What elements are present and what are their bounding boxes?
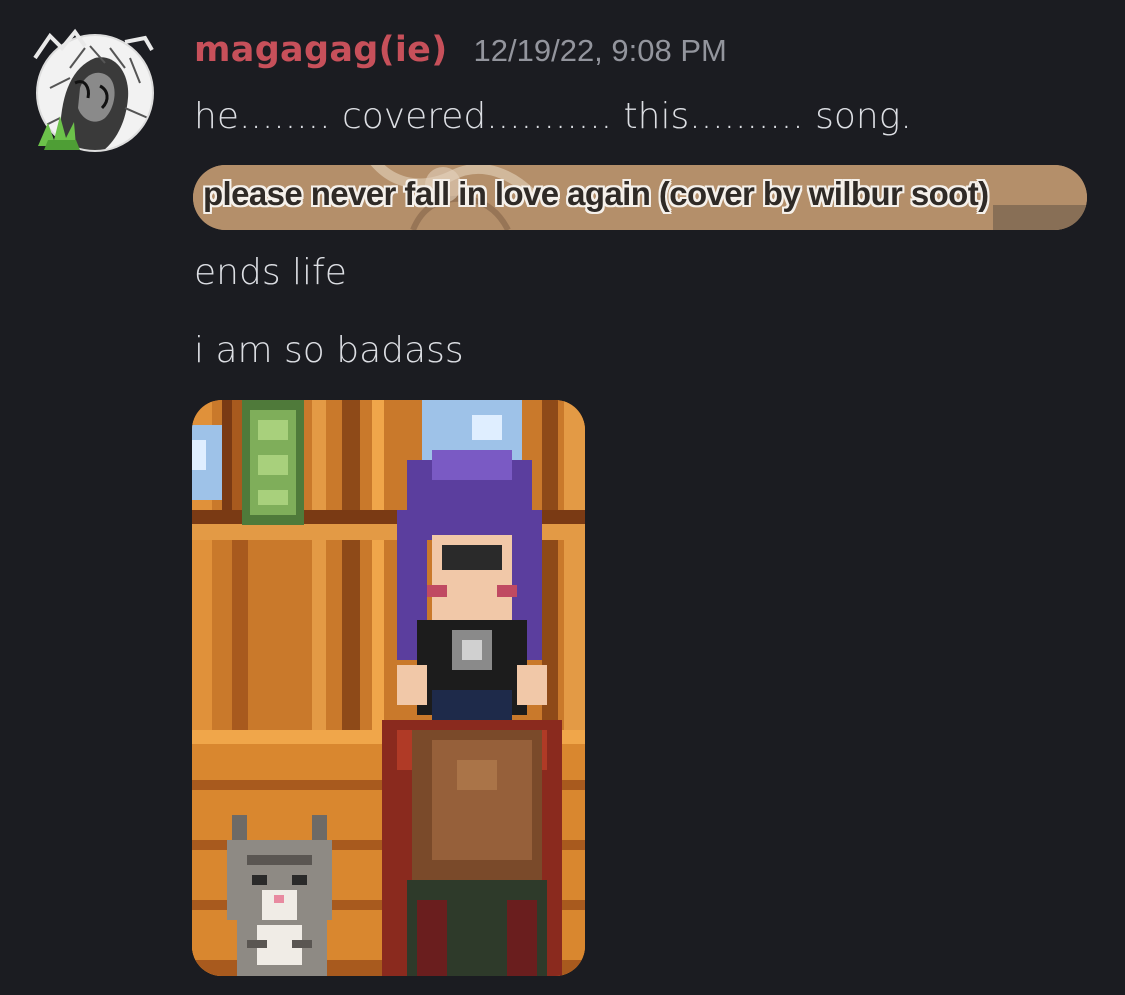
- message-text-line: he........ covered........... this......…: [194, 96, 912, 137]
- message-text-line: i am so badass: [194, 330, 464, 371]
- image-attachment[interactable]: [192, 400, 585, 976]
- chat-message: magagag(ie) 12/19/22, 9:08 PM he........…: [0, 0, 1125, 995]
- pixel-art-image: [192, 400, 585, 976]
- sticker-caption: please never fall in love again (cover b…: [203, 175, 989, 212]
- embedded-text-image[interactable]: please never fall in love again (cover b…: [193, 165, 1087, 230]
- username[interactable]: magagag(ie): [194, 30, 448, 70]
- timestamp[interactable]: 12/19/22, 9:08 PM: [474, 33, 727, 69]
- user-avatar[interactable]: [30, 28, 160, 158]
- message-text-line: ends life: [194, 252, 347, 293]
- drawn-avatar-icon: [33, 28, 154, 152]
- message-header: magagag(ie) 12/19/22, 9:08 PM: [194, 30, 727, 80]
